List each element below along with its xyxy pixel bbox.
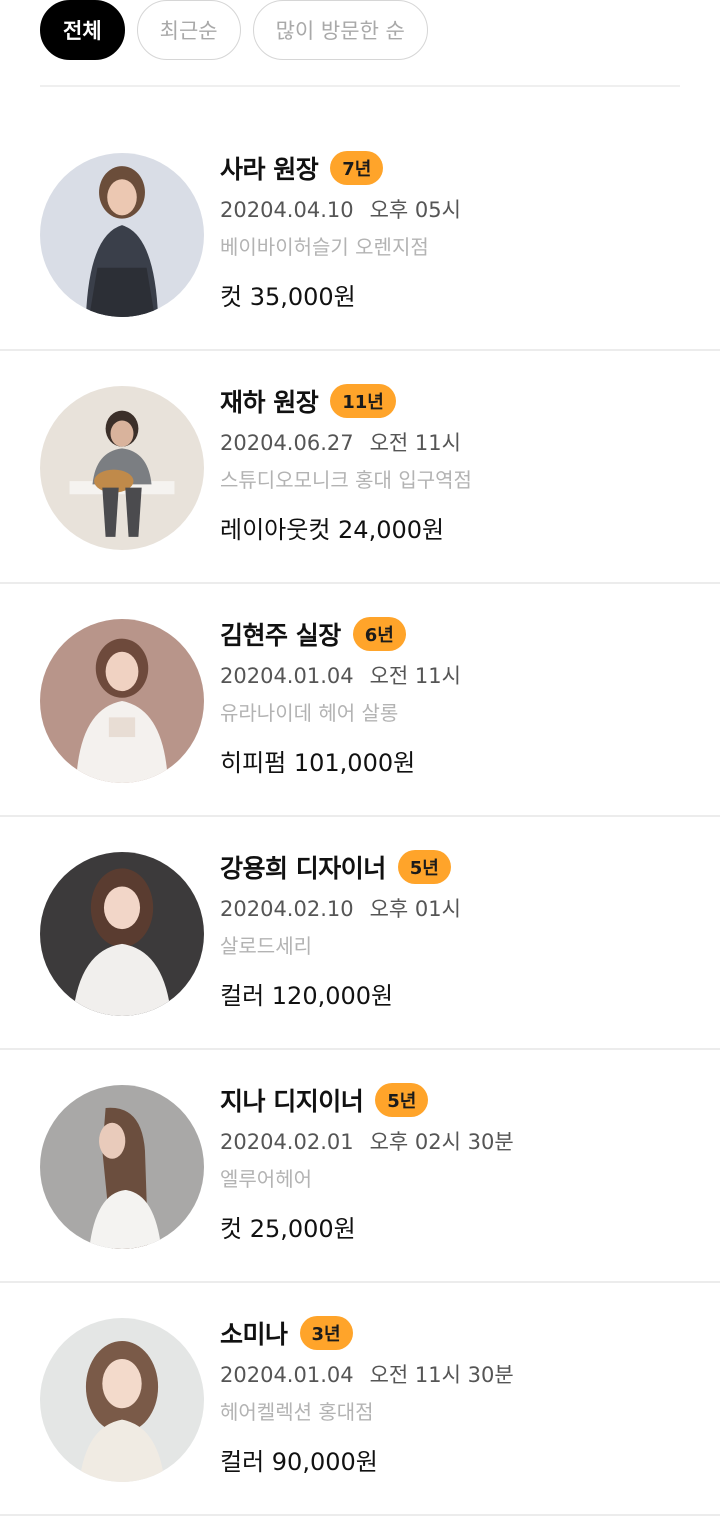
service-price: 히피펌 101,000원	[220, 749, 416, 777]
avatar	[40, 1318, 204, 1482]
visit-time: 오전 11시	[369, 664, 461, 688]
designer-card[interactable]: 소미나 3년 20204.01.04 오전 11시 30분 헤어켈렉션 홍대점 컬…	[0, 1283, 720, 1516]
visit-datetime: 20204.06.27 오전 11시	[220, 427, 472, 459]
profile-photo	[40, 1318, 204, 1482]
designer-name: 소미나	[220, 1320, 288, 1349]
visit-time: 오후 02시 30분	[369, 1130, 514, 1154]
avatar	[40, 386, 204, 550]
profile-photo	[40, 619, 204, 783]
visit-date: 20204.01.04	[220, 1363, 354, 1387]
salon-name: 스튜디오모니크 홍대 입구역점	[220, 468, 472, 492]
profile-photo	[40, 153, 204, 317]
visit-datetime: 20204.02.10 오후 01시	[220, 893, 461, 925]
visit-date: 20204.01.04	[220, 664, 354, 688]
designer-name: 지나 디지이너	[220, 1087, 364, 1116]
designer-name: 재하 원장	[220, 388, 319, 417]
filter-recent-chip[interactable]: 최근순	[136, 0, 241, 60]
filter-bar: 전체 최근순 많이 방문한 순	[40, 0, 428, 60]
service-price: 레이아웃컷 24,000원	[220, 516, 445, 544]
visit-time: 오후 05시	[369, 198, 461, 222]
divider	[40, 85, 680, 87]
visit-date: 20204.04.10	[220, 198, 354, 222]
avatar	[40, 1085, 204, 1249]
visit-datetime: 20204.01.04 오전 11시 30분	[220, 1359, 514, 1391]
designer-list: 사라 원장 7년 20204.04.10 오후 05시 베이바이허슬기 오렌지점 …	[0, 118, 720, 1516]
salon-name: 유라나이데 헤어 살롱	[220, 701, 399, 725]
experience-badge: 3년	[299, 1316, 353, 1350]
visit-time: 오후 01시	[369, 897, 461, 921]
designer-card[interactable]: 김현주 실장 6년 20204.01.04 오전 11시 유라나이데 헤어 살롱 …	[0, 584, 720, 817]
designer-name: 사라 원장	[220, 155, 319, 184]
visit-datetime: 20204.04.10 오후 05시	[220, 194, 461, 226]
visit-datetime: 20204.01.04 오전 11시	[220, 660, 461, 692]
salon-name: 엘루어헤어	[220, 1167, 312, 1191]
visit-time: 오전 11시	[369, 431, 461, 455]
salon-name: 베이바이허슬기 오렌지점	[220, 235, 429, 259]
visit-datetime: 20204.02.01 오후 02시 30분	[220, 1126, 514, 1158]
experience-badge: 5년	[375, 1083, 429, 1117]
designer-name: 강용희 디자이너	[220, 854, 386, 883]
avatar	[40, 852, 204, 1016]
experience-badge: 7년	[330, 151, 384, 185]
designer-card[interactable]: 강용희 디자이너 5년 20204.02.10 오후 01시 살로드세리 컬러 1…	[0, 817, 720, 1050]
service-price: 컷 25,000원	[220, 1215, 356, 1243]
salon-name: 살로드세리	[220, 934, 312, 958]
salon-name: 헤어켈렉션 홍대점	[220, 1400, 374, 1424]
service-price: 컷 35,000원	[220, 283, 356, 311]
visit-date: 20204.02.10	[220, 897, 354, 921]
filter-most-visited-chip[interactable]: 많이 방문한 순	[252, 0, 428, 60]
designer-card[interactable]: 사라 원장 7년 20204.04.10 오후 05시 베이바이허슬기 오렌지점 …	[0, 118, 720, 351]
experience-badge: 11년	[330, 384, 396, 418]
visit-date: 20204.02.01	[220, 1130, 354, 1154]
designer-card[interactable]: 재하 원장 11년 20204.06.27 오전 11시 스튜디오모니크 홍대 입…	[0, 351, 720, 584]
experience-badge: 6년	[352, 617, 406, 651]
profile-photo	[40, 852, 204, 1016]
profile-photo	[40, 386, 204, 550]
filter-all-chip[interactable]: 전체	[40, 0, 125, 60]
service-price: 컬러 90,000원	[220, 1448, 378, 1476]
visit-date: 20204.06.27	[220, 431, 354, 455]
experience-badge: 5년	[397, 850, 451, 884]
profile-photo	[40, 1085, 204, 1249]
designer-name: 김현주 실장	[220, 621, 341, 650]
avatar	[40, 153, 204, 317]
avatar	[40, 619, 204, 783]
designer-card[interactable]: 지나 디지이너 5년 20204.02.01 오후 02시 30분 엘루어헤어 컷…	[0, 1050, 720, 1283]
service-price: 컬러 120,000원	[220, 982, 394, 1010]
visit-time: 오전 11시 30분	[369, 1363, 514, 1387]
